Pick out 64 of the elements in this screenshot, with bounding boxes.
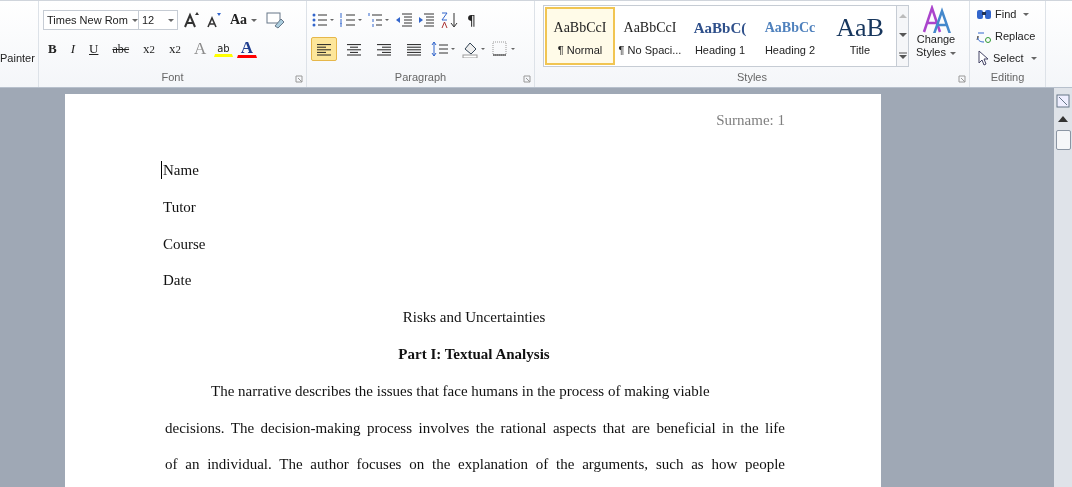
- scroll-up-icon[interactable]: [1058, 116, 1068, 122]
- text-line: decisions. The decision-making process involves the rational aspects that are beneficial in the life: [164, 418, 785, 438]
- more-icon[interactable]: [898, 52, 907, 60]
- scroll-thumb[interactable]: [1055, 130, 1071, 150]
- align-left-button[interactable]: [311, 37, 337, 61]
- gallery-scrollbar[interactable]: [897, 5, 909, 67]
- highlight-button[interactable]: ab: [214, 41, 233, 57]
- text-line: Date: [163, 271, 193, 291]
- show-formatting-button[interactable]: ¶: [463, 9, 480, 31]
- find-button[interactable]: Find: [974, 4, 1041, 24]
- scroll-down-icon[interactable]: [898, 32, 907, 39]
- group-label: Editing: [990, 71, 1025, 83]
- replace-button[interactable]: Replace: [974, 26, 1041, 46]
- sort-icon[interactable]: [439, 11, 459, 29]
- style-option[interactable]: AaBbC( Heading 1: [685, 7, 755, 65]
- change-case-button[interactable]: Aa: [226, 9, 262, 31]
- style-option[interactable]: AaBbCcI ¶ No Spaci...: [615, 7, 685, 65]
- bold-button[interactable]: B: [43, 38, 62, 60]
- format-painter-label[interactable]: Painter: [0, 52, 35, 64]
- underline-button[interactable]: U: [84, 38, 104, 60]
- text-line: Tutor: [163, 197, 197, 217]
- font-color-button[interactable]: A: [236, 40, 257, 58]
- text-cursor: [161, 161, 162, 179]
- decrease-indent-icon[interactable]: [395, 12, 413, 28]
- page-header: Surname: 1: [715, 111, 785, 130]
- shrink-font-icon[interactable]: [204, 11, 222, 29]
- text-line: Course: [163, 234, 207, 254]
- change-styles-button[interactable]: Change Styles: [913, 5, 959, 59]
- numbering-icon[interactable]: [339, 12, 363, 28]
- align-left-icon: [316, 42, 332, 56]
- change-styles-icon: [921, 5, 951, 33]
- text-line: The narrative describes the issues that face humans in the process of making viable: [210, 381, 711, 401]
- style-option[interactable]: AaB Title: [825, 7, 895, 65]
- select-button[interactable]: Select: [974, 48, 1041, 68]
- grow-font-icon[interactable]: [182, 11, 200, 29]
- clear-formatting-icon[interactable]: [265, 11, 286, 29]
- group-label: Styles: [737, 71, 767, 83]
- font-size-field[interactable]: 12: [138, 10, 178, 30]
- style-option[interactable]: AaBbCc Heading 2: [755, 7, 825, 65]
- align-center-icon: [346, 42, 362, 56]
- text-line: of an individual. The author focuses on the explanation of the arguments, such as how people: [164, 455, 785, 475]
- align-right-icon: [376, 42, 392, 56]
- dialog-launcher-icon[interactable]: [958, 75, 966, 83]
- strike-button[interactable]: abc: [107, 38, 135, 60]
- text-line: Risks and Uncertainties: [401, 308, 547, 328]
- borders-icon[interactable]: [491, 40, 517, 58]
- bullets-icon[interactable]: [311, 12, 335, 28]
- text-line: Name: [163, 161, 200, 180]
- group-label: Font: [161, 71, 184, 83]
- italic-button[interactable]: I: [65, 38, 80, 60]
- binoculars-icon: [976, 7, 992, 21]
- multilevel-list-icon[interactable]: [367, 12, 391, 28]
- font-name-field[interactable]: Times New Rom: [43, 10, 139, 30]
- style-option[interactable]: AaBbCcI ¶ Normal: [545, 7, 615, 65]
- dialog-launcher-icon[interactable]: [523, 75, 531, 83]
- increase-indent-icon[interactable]: [417, 12, 435, 28]
- text-line: Part I: Textual Analysis: [397, 345, 551, 364]
- shading-icon[interactable]: [461, 40, 487, 58]
- align-justify-icon: [406, 42, 422, 56]
- group-label: Paragraph: [394, 71, 447, 83]
- ruler-toggle-icon[interactable]: [1056, 94, 1070, 108]
- line-spacing-icon[interactable]: [431, 40, 457, 58]
- cursor-arrow-icon: [976, 50, 990, 66]
- dialog-launcher-icon[interactable]: [295, 75, 303, 83]
